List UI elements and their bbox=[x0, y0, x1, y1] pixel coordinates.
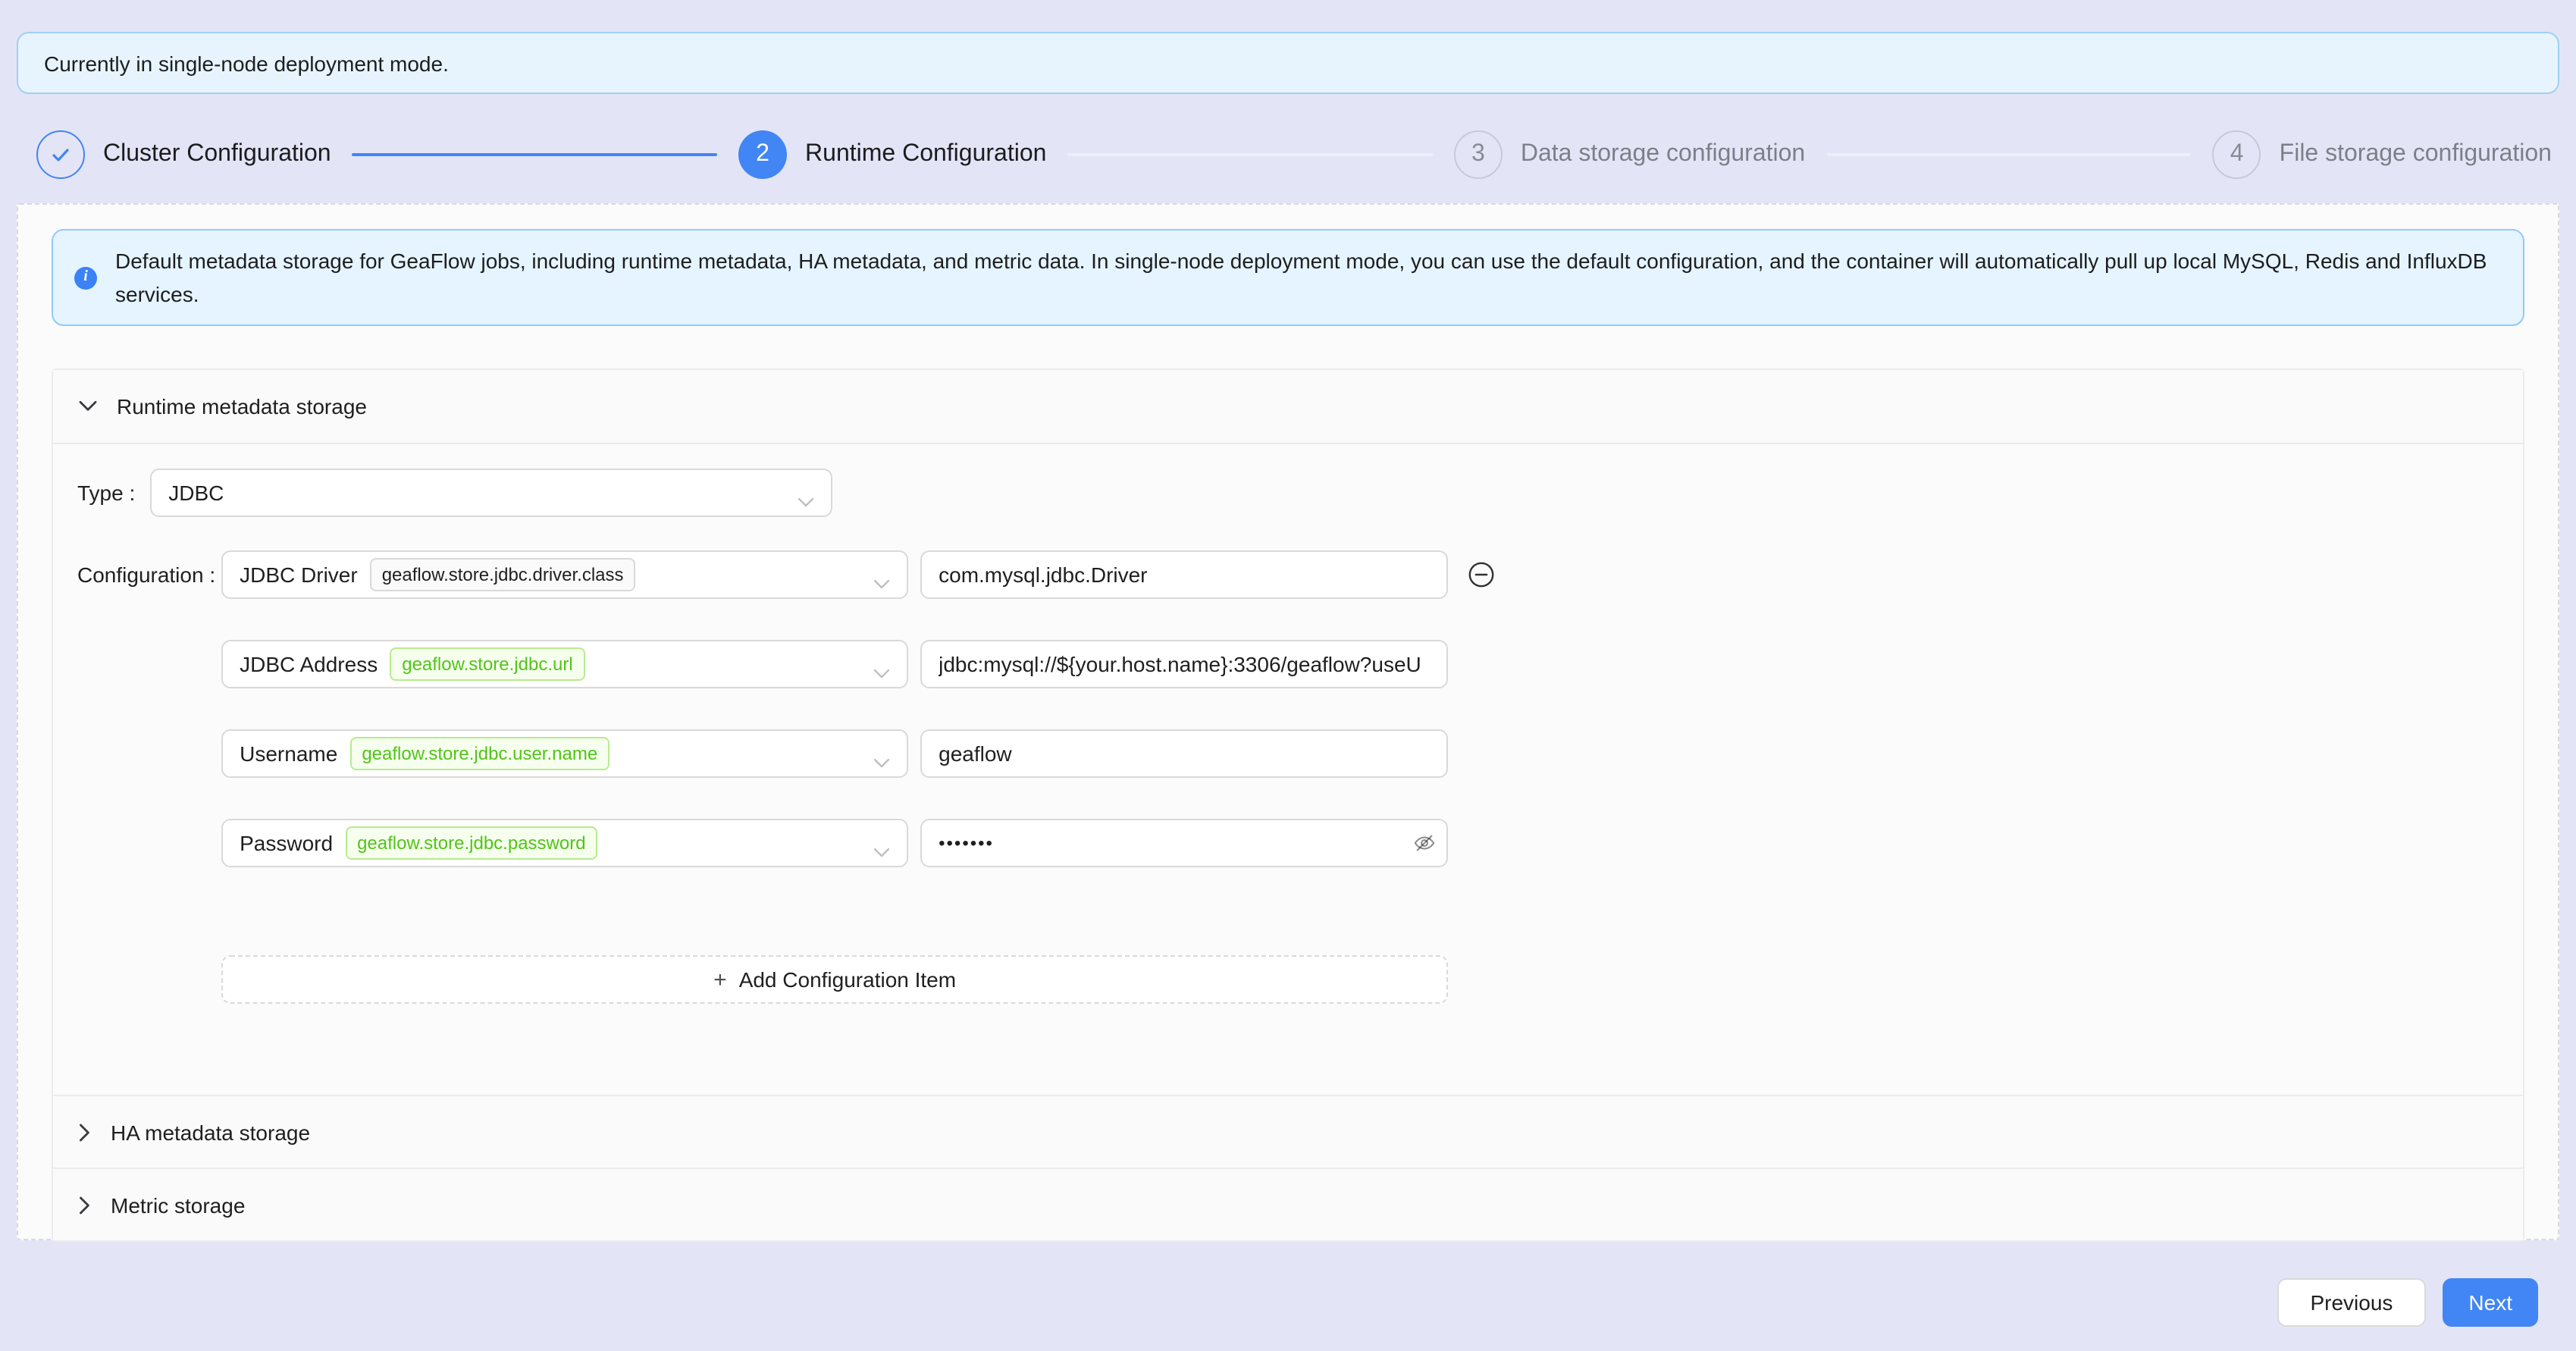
step-connector bbox=[1067, 153, 1432, 156]
config-value-wrap bbox=[920, 640, 1448, 688]
configuration-card: i Default metadata storage for GeaFlow j… bbox=[17, 203, 2559, 1240]
panel-runtime-metadata-header[interactable]: Runtime metadata storage bbox=[53, 370, 2523, 443]
config-key-name: Username bbox=[240, 741, 337, 766]
chevron-down-icon bbox=[873, 749, 890, 773]
info-icon: i bbox=[74, 266, 97, 289]
step-connector bbox=[353, 153, 717, 156]
step-cluster-configuration[interactable]: Cluster Configuration bbox=[36, 130, 331, 179]
type-label: Type : bbox=[77, 469, 135, 517]
config-key-tag: geaflow.store.jdbc.user.name bbox=[349, 737, 610, 770]
config-key-tag: geaflow.store.jdbc.url bbox=[390, 647, 584, 681]
chevron-down-icon bbox=[798, 488, 814, 513]
config-value-wrap bbox=[920, 819, 1448, 867]
type-form-row: Type : JDBC bbox=[77, 469, 2499, 517]
configuration-rows: JDBC Driver geaflow.store.jdbc.driver.cl… bbox=[221, 550, 1495, 1004]
step-title: File storage configuration bbox=[2280, 141, 2552, 168]
check-icon bbox=[36, 130, 85, 179]
chevron-down-icon bbox=[873, 570, 890, 594]
chevron-right-icon bbox=[79, 1123, 91, 1141]
chevron-down-icon bbox=[873, 660, 890, 684]
panel-title: HA metadata storage bbox=[111, 1120, 310, 1144]
next-button[interactable]: Next bbox=[2443, 1278, 2538, 1327]
deployment-mode-text: Currently in single-node deployment mode… bbox=[44, 51, 449, 75]
step-title: Runtime Configuration bbox=[805, 141, 1046, 168]
info-alert-text: Default metadata storage for GeaFlow job… bbox=[115, 244, 2502, 311]
config-key-select[interactable]: Password geaflow.store.jdbc.password bbox=[221, 819, 908, 867]
config-key-tag: geaflow.store.jdbc.password bbox=[345, 826, 598, 860]
step-runtime-configuration[interactable]: 2 Runtime Configuration bbox=[738, 130, 1046, 179]
config-key-select[interactable]: JDBC Address geaflow.store.jdbc.url bbox=[221, 640, 908, 688]
chevron-down-icon bbox=[79, 400, 97, 412]
step-title: Data storage configuration bbox=[1521, 141, 1805, 168]
add-configuration-item-button[interactable]: + Add Configuration Item bbox=[221, 955, 1448, 1004]
runtime-metadata-panel-body: Type : JDBC Configuration : JD bbox=[53, 443, 2523, 1095]
steps-bar: Cluster Configuration 2 Runtime Configur… bbox=[36, 130, 2552, 179]
step-data-storage-configuration[interactable]: 3 Data storage configuration bbox=[1454, 130, 1805, 179]
eye-invisible-icon[interactable] bbox=[1413, 832, 1436, 854]
config-row-jdbc-driver: JDBC Driver geaflow.store.jdbc.driver.cl… bbox=[221, 550, 1495, 599]
panel-title: Metric storage bbox=[111, 1193, 245, 1217]
step-connector bbox=[1826, 153, 2191, 156]
configuration-form-row: Configuration : JDBC Driver geaflow.stor… bbox=[77, 550, 2499, 1004]
config-value-input[interactable] bbox=[920, 550, 1448, 599]
config-key-tag: geaflow.store.jdbc.driver.class bbox=[370, 558, 636, 591]
config-value-wrap bbox=[920, 550, 1448, 599]
config-key-name: JDBC Address bbox=[240, 652, 378, 676]
step-title: Cluster Configuration bbox=[103, 141, 331, 168]
panel-metric-storage-header[interactable]: Metric storage bbox=[53, 1168, 2523, 1240]
config-row-jdbc-address: JDBC Address geaflow.store.jdbc.url bbox=[221, 640, 1495, 688]
previous-button-label: Previous bbox=[2310, 1290, 2393, 1315]
panel-ha-metadata-header[interactable]: HA metadata storage bbox=[53, 1095, 2523, 1168]
minus-circle-icon[interactable] bbox=[1468, 561, 1495, 588]
config-value-input[interactable] bbox=[920, 729, 1448, 778]
type-select-value: JDBC bbox=[168, 481, 224, 505]
config-value-wrap bbox=[920, 729, 1448, 778]
step-number-icon: 3 bbox=[1454, 130, 1503, 179]
config-row-username: Username geaflow.store.jdbc.user.name bbox=[221, 729, 1495, 778]
config-row-password: Password geaflow.store.jdbc.password bbox=[221, 819, 1495, 867]
panel-title: Runtime metadata storage bbox=[117, 394, 367, 418]
storage-collapse: Runtime metadata storage Type : JDBC Con… bbox=[52, 368, 2524, 1242]
config-value-input[interactable] bbox=[920, 640, 1448, 688]
config-key-name: Password bbox=[240, 831, 333, 855]
info-alert: i Default metadata storage for GeaFlow j… bbox=[52, 229, 2524, 326]
chevron-right-icon bbox=[79, 1196, 91, 1214]
add-configuration-item-label: Add Configuration Item bbox=[739, 967, 956, 992]
step-file-storage-configuration[interactable]: 4 File storage configuration bbox=[2213, 130, 2552, 179]
plus-icon: + bbox=[713, 967, 727, 992]
previous-button[interactable]: Previous bbox=[2277, 1278, 2426, 1327]
deployment-mode-banner: Currently in single-node deployment mode… bbox=[17, 32, 2559, 94]
config-key-name: JDBC Driver bbox=[240, 563, 358, 587]
runtime-configuration-page: Currently in single-node deployment mode… bbox=[0, 0, 2576, 1351]
next-button-label: Next bbox=[2468, 1290, 2512, 1315]
configuration-label: Configuration : bbox=[77, 550, 215, 599]
config-key-select[interactable]: JDBC Driver geaflow.store.jdbc.driver.cl… bbox=[221, 550, 908, 599]
step-number-icon: 4 bbox=[2213, 130, 2261, 179]
config-key-select[interactable]: Username geaflow.store.jdbc.user.name bbox=[221, 729, 908, 778]
type-select[interactable]: JDBC bbox=[150, 469, 832, 517]
wizard-footer: Previous Next bbox=[2277, 1278, 2538, 1327]
chevron-down-icon bbox=[873, 838, 890, 863]
password-value-input[interactable] bbox=[920, 819, 1448, 867]
step-number-icon: 2 bbox=[738, 130, 787, 179]
